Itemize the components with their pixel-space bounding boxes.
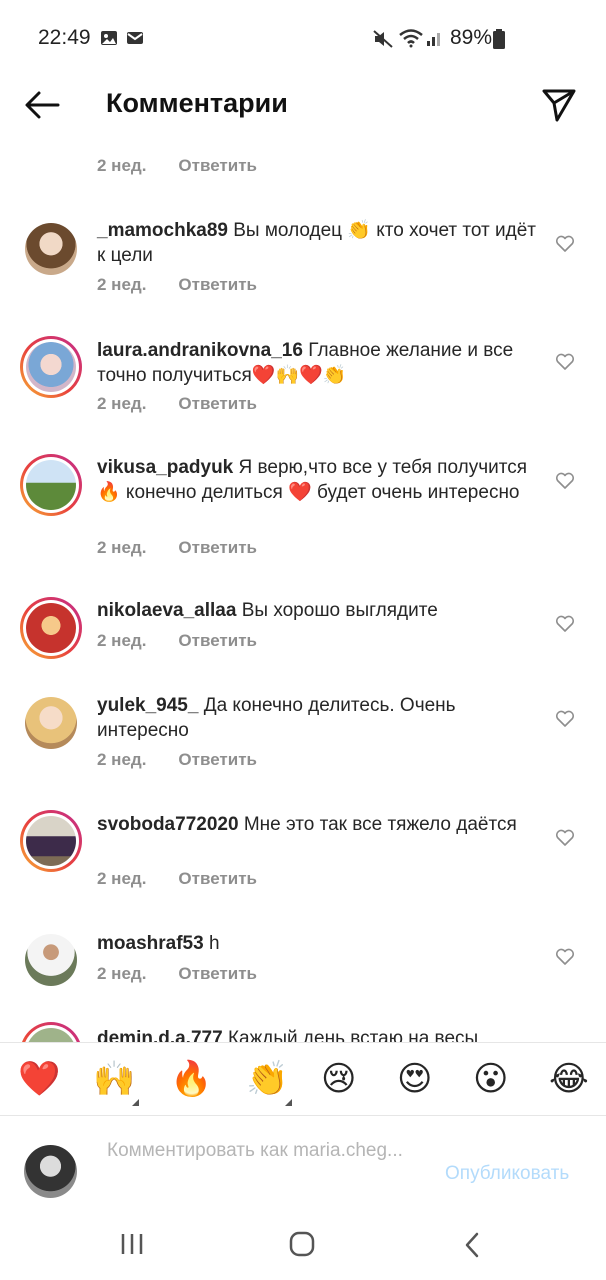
comment-body: Каждый день встаю на весы bbox=[227, 1028, 479, 1042]
emoji-tears-of-joy[interactable]: 😂 bbox=[549, 1059, 589, 1099]
mute-icon bbox=[373, 30, 393, 48]
reply-button[interactable]: Ответить bbox=[178, 394, 257, 414]
comment-meta: 2 нед. Ответить bbox=[97, 964, 257, 984]
comment-username[interactable]: moashraf53 bbox=[97, 933, 204, 954]
comment-meta: 2 нед. Ответить bbox=[97, 156, 257, 176]
avatar[interactable] bbox=[20, 218, 82, 280]
comment-username[interactable]: nikolaeva_allaa bbox=[97, 600, 236, 621]
notification-icons bbox=[100, 30, 144, 46]
emoji-raised-hands[interactable]: 🙌 bbox=[93, 1059, 135, 1099]
reply-button[interactable]: Ответить bbox=[178, 275, 257, 295]
comment-username[interactable]: svoboda772020 bbox=[97, 814, 239, 835]
emoji-surprised-face[interactable]: 😮 bbox=[473, 1059, 508, 1099]
comment-time: 2 нед. bbox=[97, 394, 147, 413]
page-title: Комментарии bbox=[106, 88, 288, 118]
comment-time: 2 нед. bbox=[97, 631, 147, 650]
back-nav-icon[interactable] bbox=[460, 1231, 484, 1259]
comment-meta: 2 нед. Ответить bbox=[97, 275, 257, 295]
comment-input[interactable]: Комментировать как maria.cheg... bbox=[107, 1139, 427, 1163]
comment-meta: 2 нед. Ответить bbox=[97, 538, 257, 558]
heart-icon[interactable] bbox=[555, 472, 575, 490]
mail-icon bbox=[127, 32, 143, 44]
comment-username[interactable]: vikusa_padyuk bbox=[97, 457, 233, 478]
emoji-heart[interactable]: ❤️ bbox=[18, 1059, 60, 1099]
comment-username[interactable]: laura.andranikovna_16 bbox=[97, 340, 303, 361]
header: Комментарии bbox=[0, 78, 606, 138]
avatar[interactable] bbox=[20, 336, 82, 398]
avatar[interactable] bbox=[20, 692, 82, 754]
comment-time: 2 нед. bbox=[97, 869, 147, 888]
skin-tone-indicator bbox=[132, 1099, 139, 1106]
avatar[interactable] bbox=[20, 597, 82, 659]
comment-username[interactable]: yulek_945_ bbox=[97, 695, 198, 716]
comment-text: demin.d.a.777 Каждый день встаю на весы bbox=[97, 1026, 537, 1042]
comment-text: vikusa_padyuk Я верю,что все у тебя полу… bbox=[97, 455, 537, 505]
reply-button[interactable]: Ответить bbox=[178, 750, 257, 770]
comments-list[interactable]: 2 нед. Ответить _mamochka89 Вы молодец 👏… bbox=[0, 140, 606, 1042]
my-avatar bbox=[24, 1145, 77, 1198]
recent-apps-icon[interactable] bbox=[118, 1231, 146, 1257]
avatar[interactable] bbox=[20, 929, 82, 991]
comment-time: 2 нед. bbox=[97, 275, 147, 294]
battery-percent: 89% bbox=[450, 26, 493, 49]
comment-body: Мне это так все тяжело даётся bbox=[243, 814, 517, 835]
reply-button[interactable]: Ответить bbox=[178, 538, 257, 558]
comment-body: Вы хорошо выглядите bbox=[241, 600, 438, 621]
comment-body: h bbox=[208, 933, 220, 954]
status-time: 22:49 bbox=[38, 26, 91, 49]
emoji-fire[interactable]: 🔥 bbox=[170, 1059, 212, 1099]
comment-meta: 2 нед. Ответить bbox=[97, 869, 257, 889]
comment-username[interactable]: _mamochka89 bbox=[97, 220, 228, 241]
gallery-icon bbox=[101, 31, 117, 45]
reply-button[interactable]: Ответить bbox=[178, 869, 257, 889]
comment-time: 2 нед. bbox=[97, 750, 147, 769]
battery-icon bbox=[493, 29, 505, 49]
system-nav-bar bbox=[0, 1217, 606, 1280]
wifi-icon bbox=[399, 29, 423, 48]
comment-text: moashraf53 h bbox=[97, 931, 537, 956]
comment-username[interactable]: demin.d.a.777 bbox=[97, 1028, 223, 1042]
comment-meta: 2 нед. Ответить bbox=[97, 394, 257, 414]
avatar[interactable] bbox=[20, 454, 82, 516]
publish-button[interactable]: Опубликовать bbox=[445, 1163, 569, 1185]
comment-time: 2 нед. bbox=[97, 538, 147, 557]
direct-send-icon[interactable] bbox=[540, 86, 578, 124]
comment-text: yulek_945_ Да конечно делитесь. Очень ин… bbox=[97, 693, 537, 743]
comment-time: 2 нед. bbox=[97, 156, 147, 175]
reply-button[interactable]: Ответить bbox=[178, 631, 257, 651]
comment-text: laura.andranikovna_16 Главное желание и … bbox=[97, 338, 537, 388]
emoji-crying-face[interactable]: 😢 bbox=[321, 1059, 356, 1099]
emoji-heart-eyes[interactable]: 😍 bbox=[397, 1059, 432, 1099]
emoji-quick-bar: ❤️ 🙌 🔥 👏 😢 😍 😮 😂 bbox=[0, 1042, 606, 1116]
avatar[interactable] bbox=[20, 810, 82, 872]
heart-icon[interactable] bbox=[555, 353, 575, 371]
heart-icon[interactable] bbox=[555, 235, 575, 253]
heart-icon[interactable] bbox=[555, 710, 575, 728]
back-arrow-icon[interactable] bbox=[24, 90, 60, 120]
comment-text: nikolaeva_allaa Вы хорошо выглядите bbox=[97, 598, 537, 623]
skin-tone-indicator bbox=[285, 1099, 292, 1106]
comment-text: svoboda772020 Мне это так все тяжело даё… bbox=[97, 812, 537, 837]
heart-icon[interactable] bbox=[555, 829, 575, 847]
reply-button[interactable]: Ответить bbox=[178, 156, 257, 176]
emoji-clapping-hands[interactable]: 👏 bbox=[246, 1059, 288, 1099]
reply-button[interactable]: Ответить bbox=[178, 964, 257, 984]
signal-icon bbox=[427, 33, 440, 46]
heart-icon[interactable] bbox=[555, 615, 575, 633]
status-bar: 22:49 89% bbox=[0, 0, 606, 78]
comment-meta: 2 нед. Ответить bbox=[97, 750, 257, 770]
comment-time: 2 нед. bbox=[97, 964, 147, 983]
comment-text: _mamochka89 Вы молодец 👏 кто хочет тот и… bbox=[97, 218, 537, 268]
comment-meta: 2 нед. Ответить bbox=[97, 631, 257, 651]
comment-composer: Комментировать как maria.cheg... Опублик… bbox=[0, 1117, 606, 1217]
home-icon[interactable] bbox=[288, 1230, 316, 1258]
avatar[interactable] bbox=[20, 1022, 82, 1042]
heart-icon[interactable] bbox=[555, 948, 575, 966]
